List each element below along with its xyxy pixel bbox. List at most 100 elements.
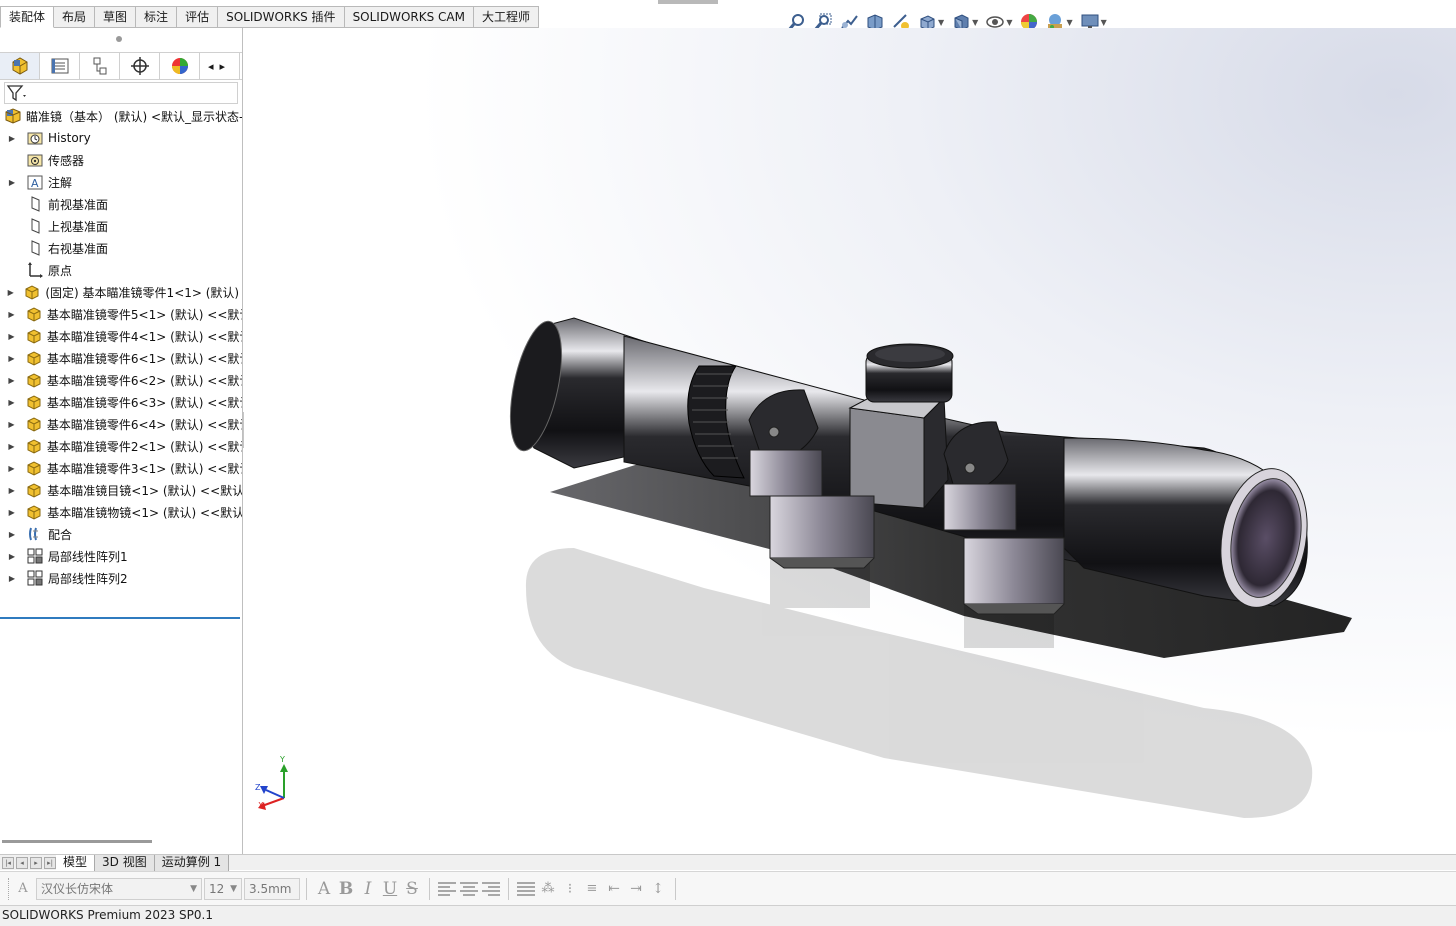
decrease-indent-icon[interactable]: ⇤ bbox=[603, 878, 625, 900]
tab-motion-study[interactable]: 运动算例 1 bbox=[154, 854, 230, 871]
dimxpertmanager-icon[interactable] bbox=[120, 53, 160, 79]
fit-text-icon[interactable] bbox=[515, 878, 537, 900]
expand-arrow-icon[interactable]: ▶ bbox=[6, 178, 18, 187]
expand-arrow-icon[interactable]: ▶ bbox=[6, 354, 17, 363]
bullets-icon[interactable]: ⁝ bbox=[559, 878, 581, 900]
tree-item-label: (固定) 基本瞄准镜零件1<1> (默认) <<默认> bbox=[45, 285, 242, 300]
tree-rollback-bar[interactable] bbox=[0, 617, 240, 619]
coordinate-triad: Y Z X bbox=[255, 755, 288, 810]
tab-model[interactable]: 模型 bbox=[56, 854, 96, 871]
command-tab-3[interactable]: 标注 bbox=[136, 6, 178, 28]
stack-text-icon[interactable]: ⁂ bbox=[537, 878, 559, 900]
tree-item[interactable]: ▶ 基本瞄准镜零件2<1> (默认) <<默认> bbox=[0, 435, 242, 457]
command-tab-2[interactable]: 草图 bbox=[95, 6, 137, 28]
command-tab-5[interactable]: SOLIDWORKS 插件 bbox=[218, 6, 345, 28]
displaymanager-icon[interactable] bbox=[160, 53, 200, 79]
command-tab-1[interactable]: 布局 bbox=[54, 6, 96, 28]
tree-item-label: 基本瞄准镜零件3<1> (默认) <<默认> bbox=[46, 461, 242, 476]
expand-arrow-icon[interactable]: ▶ bbox=[6, 552, 18, 561]
tab-scroll-arrows-icon[interactable]: ◂▸ bbox=[200, 53, 240, 79]
tree-item[interactable]: ▶ 局部线性阵列2 bbox=[0, 567, 242, 589]
underline-button[interactable]: U bbox=[379, 878, 401, 900]
expand-arrow-icon[interactable]: ▶ bbox=[6, 398, 17, 407]
tree-filter-input[interactable] bbox=[4, 82, 238, 104]
align-right-icon[interactable] bbox=[480, 878, 502, 900]
command-tab-0[interactable]: 装配体 bbox=[0, 6, 55, 28]
command-tab-7[interactable]: 大工程师 bbox=[473, 6, 539, 28]
rifle-scope-model[interactable]: Y Z X bbox=[244, 28, 1456, 854]
expand-arrow-icon[interactable]: ▶ bbox=[6, 530, 18, 539]
prev-tab-button[interactable]: ◂ bbox=[16, 856, 28, 869]
text-height-input[interactable]: 3.5mm bbox=[244, 877, 300, 900]
expand-arrow-icon[interactable]: ▶ bbox=[6, 574, 18, 583]
expand-arrow-icon[interactable]: ▶ bbox=[6, 464, 17, 473]
line-spacing-icon[interactable]: ↕ bbox=[647, 878, 669, 900]
part-icon bbox=[25, 305, 43, 323]
separator bbox=[306, 877, 307, 900]
graphics-area[interactable]: Y Z X bbox=[244, 28, 1456, 854]
first-tab-button[interactable]: |◂ bbox=[2, 856, 14, 869]
tree-item[interactable]: ▶ 基本瞄准镜零件6<4> (默认) <<默认> bbox=[0, 413, 242, 435]
tree-item[interactable]: ▶ 基本瞄准镜零件6<3> (默认) <<默认> bbox=[0, 391, 242, 413]
tree-item[interactable]: ▶ 基本瞄准镜零件4<1> (默认) <<默认> bbox=[0, 325, 242, 347]
tree-item-label: 前视基准面 bbox=[48, 197, 109, 212]
expand-arrow-icon[interactable]: ▶ bbox=[6, 420, 17, 429]
command-tab-4[interactable]: 评估 bbox=[177, 6, 219, 28]
tree-item[interactable]: ▶ 基本瞄准镜零件3<1> (默认) <<默认> bbox=[0, 457, 242, 479]
expand-arrow-icon[interactable]: ▶ bbox=[6, 134, 18, 143]
chevron-down-icon[interactable]: ▼ bbox=[1006, 18, 1012, 27]
align-center-icon[interactable] bbox=[458, 878, 480, 900]
font-select[interactable]: 汉仪长仿宋体 ▼ bbox=[36, 877, 202, 900]
tree-item[interactable]: ▶上视基准面 bbox=[0, 215, 242, 237]
tree-item[interactable]: ▶传感器 bbox=[0, 149, 242, 171]
expand-arrow-icon[interactable]: ▶ bbox=[6, 310, 17, 319]
featuremanager-icon[interactable] bbox=[0, 53, 40, 79]
origin-icon bbox=[26, 261, 44, 279]
align-left-icon[interactable] bbox=[436, 878, 458, 900]
tree-item-label: 局部线性阵列1 bbox=[48, 549, 128, 564]
horizontal-scrollbar[interactable] bbox=[2, 840, 152, 843]
tree-item[interactable]: ▶ 基本瞄准镜物镜<1> (默认) <<默认> bbox=[0, 501, 242, 523]
chevron-down-icon[interactable]: ▼ bbox=[1066, 18, 1072, 27]
tree-item[interactable]: ▶ 局部线性阵列1 bbox=[0, 545, 242, 567]
next-tab-button[interactable]: ▸ bbox=[30, 856, 42, 869]
tree-item[interactable]: ▶ History bbox=[0, 127, 242, 149]
chevron-down-icon[interactable]: ▼ bbox=[938, 18, 944, 27]
bold-button[interactable]: B bbox=[335, 878, 357, 900]
strikethrough-button[interactable]: S bbox=[401, 878, 423, 900]
expand-arrow-icon[interactable]: ▶ bbox=[6, 288, 15, 297]
tree-item[interactable]: ▶ (固定) 基本瞄准镜零件1<1> (默认) <<默认> bbox=[0, 281, 242, 303]
tree-item[interactable]: ▶ A 注解 bbox=[0, 171, 242, 193]
tree-item[interactable]: ▶ 基本瞄准镜零件6<1> (默认) <<默认> bbox=[0, 347, 242, 369]
chevron-down-icon[interactable]: ▼ bbox=[972, 18, 978, 27]
tree-item[interactable]: ▶右视基准面 bbox=[0, 237, 242, 259]
expand-arrow-icon[interactable]: ▶ bbox=[6, 332, 17, 341]
tree-item[interactable]: ▶ 基本瞄准镜零件5<1> (默认) <<默认> bbox=[0, 303, 242, 325]
text-style-icon[interactable]: A bbox=[12, 878, 34, 900]
expand-arrow-icon[interactable]: ▶ bbox=[6, 508, 17, 517]
last-tab-button[interactable]: ▸| bbox=[44, 856, 56, 869]
chevron-down-icon: ▼ bbox=[190, 883, 197, 894]
configurationmanager-icon[interactable] bbox=[80, 53, 120, 79]
expand-arrow-icon[interactable]: ▶ bbox=[6, 442, 17, 451]
tree-root-assembly[interactable]: 瞄准镜（基本） (默认) <默认_显示状态- bbox=[0, 105, 242, 127]
propertymanager-icon[interactable] bbox=[40, 53, 80, 79]
increase-indent-icon[interactable]: ⇥ bbox=[625, 878, 647, 900]
chevron-down-icon[interactable]: ▼ bbox=[1101, 18, 1107, 27]
font-size-select[interactable]: 12 ▼ bbox=[204, 877, 242, 900]
part-icon bbox=[25, 437, 43, 455]
expand-arrow-icon[interactable]: ▶ bbox=[6, 486, 17, 495]
tree-item[interactable]: ▶ 基本瞄准镜目镜<1> (默认) <<默认> bbox=[0, 479, 242, 501]
italic-button[interactable]: I bbox=[357, 878, 379, 900]
font-button-icon[interactable]: A bbox=[313, 878, 335, 900]
tab-3d-view[interactable]: 3D 视图 bbox=[95, 854, 155, 871]
command-tab-6[interactable]: SOLIDWORKS CAM bbox=[344, 6, 474, 28]
svg-text:X: X bbox=[258, 801, 264, 810]
tree-item[interactable]: ▶前视基准面 bbox=[0, 193, 242, 215]
tree-item[interactable]: ▶原点 bbox=[0, 259, 242, 281]
expand-arrow-icon[interactable]: ▶ bbox=[6, 376, 17, 385]
numbering-icon[interactable]: ≡ bbox=[581, 878, 603, 900]
tree-item[interactable]: ▶ 基本瞄准镜零件6<2> (默认) <<默认> bbox=[0, 369, 242, 391]
tree-item[interactable]: ▶ 配合 bbox=[0, 523, 242, 545]
panel-grip[interactable] bbox=[116, 36, 122, 42]
